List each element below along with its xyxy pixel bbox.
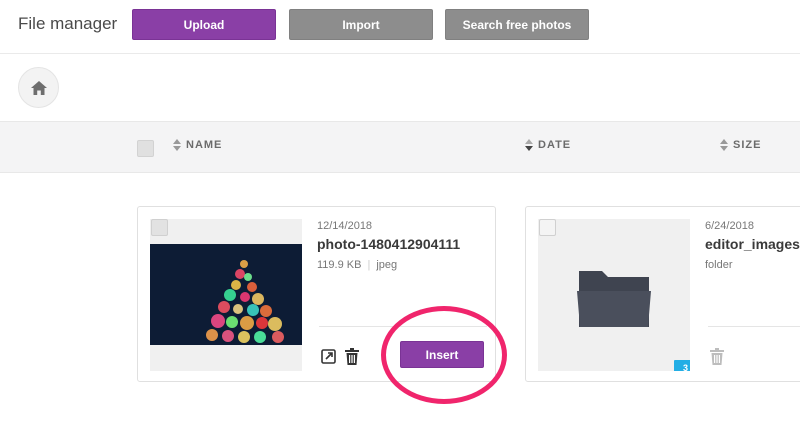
column-name-label: NAME: [186, 139, 223, 151]
divider: [708, 326, 800, 327]
page-title: File manager: [18, 14, 118, 33]
file-date: 12/14/2018: [317, 220, 373, 232]
file-meta: 12/14/2018 photo-1480412904111 119.9 KB …: [317, 220, 487, 271]
folder-thumbnail[interactable]: 3: [538, 219, 690, 371]
file-checkbox[interactable]: [151, 219, 168, 236]
folder-meta: 6/24/2018 editor_images folder: [705, 220, 800, 271]
select-all-checkbox[interactable]: [137, 140, 154, 157]
file-info: 119.9 KB | jpeg: [317, 259, 487, 271]
folder-icon: [577, 271, 651, 327]
sort-icon: [173, 139, 181, 151]
folder-name[interactable]: editor_images: [705, 236, 800, 252]
trash-icon: [345, 347, 359, 365]
photo-thumbnail-image: [150, 219, 302, 371]
divider: [319, 326, 487, 327]
file-thumbnail[interactable]: [150, 219, 302, 371]
file-size: 119.9 KB: [317, 259, 362, 271]
folder-checkbox[interactable]: [539, 219, 556, 236]
file-type: jpeg: [376, 259, 398, 271]
folder-card[interactable]: 3 6/24/2018 editor_images folder: [525, 206, 800, 382]
folder-type: folder: [705, 259, 733, 271]
separator: |: [367, 259, 371, 271]
home-icon: [30, 80, 47, 95]
file-name[interactable]: photo-1480412904111: [317, 236, 487, 252]
file-card[interactable]: 12/14/2018 photo-1480412904111 119.9 KB …: [137, 206, 496, 382]
folder-date: 6/24/2018: [705, 220, 754, 232]
sort-icon: [720, 139, 728, 151]
delete-folder-button[interactable]: [709, 347, 725, 365]
search-free-photos-button[interactable]: Search free photos: [445, 9, 589, 40]
delete-file-button[interactable]: [344, 347, 360, 365]
trash-icon: [710, 347, 724, 365]
home-button[interactable]: [18, 67, 59, 108]
open-file-button[interactable]: [320, 347, 336, 365]
top-bar: File manager Upload Import Search free p…: [0, 0, 800, 54]
import-button[interactable]: Import: [289, 9, 433, 40]
sort-by-name[interactable]: NAME: [173, 139, 222, 151]
sort-by-date[interactable]: DATE: [525, 139, 571, 151]
column-size-label: SIZE: [733, 139, 762, 151]
column-date-label: DATE: [538, 139, 572, 151]
open-external-icon: [320, 348, 336, 364]
sort-by-size[interactable]: SIZE: [720, 139, 761, 151]
column-header: NAME DATE SIZE: [0, 121, 800, 173]
folder-info: folder: [705, 259, 800, 271]
sort-icon: [525, 139, 533, 151]
insert-button[interactable]: Insert: [400, 341, 484, 368]
upload-button[interactable]: Upload: [132, 9, 276, 40]
item-count-badge: 3: [674, 360, 690, 371]
